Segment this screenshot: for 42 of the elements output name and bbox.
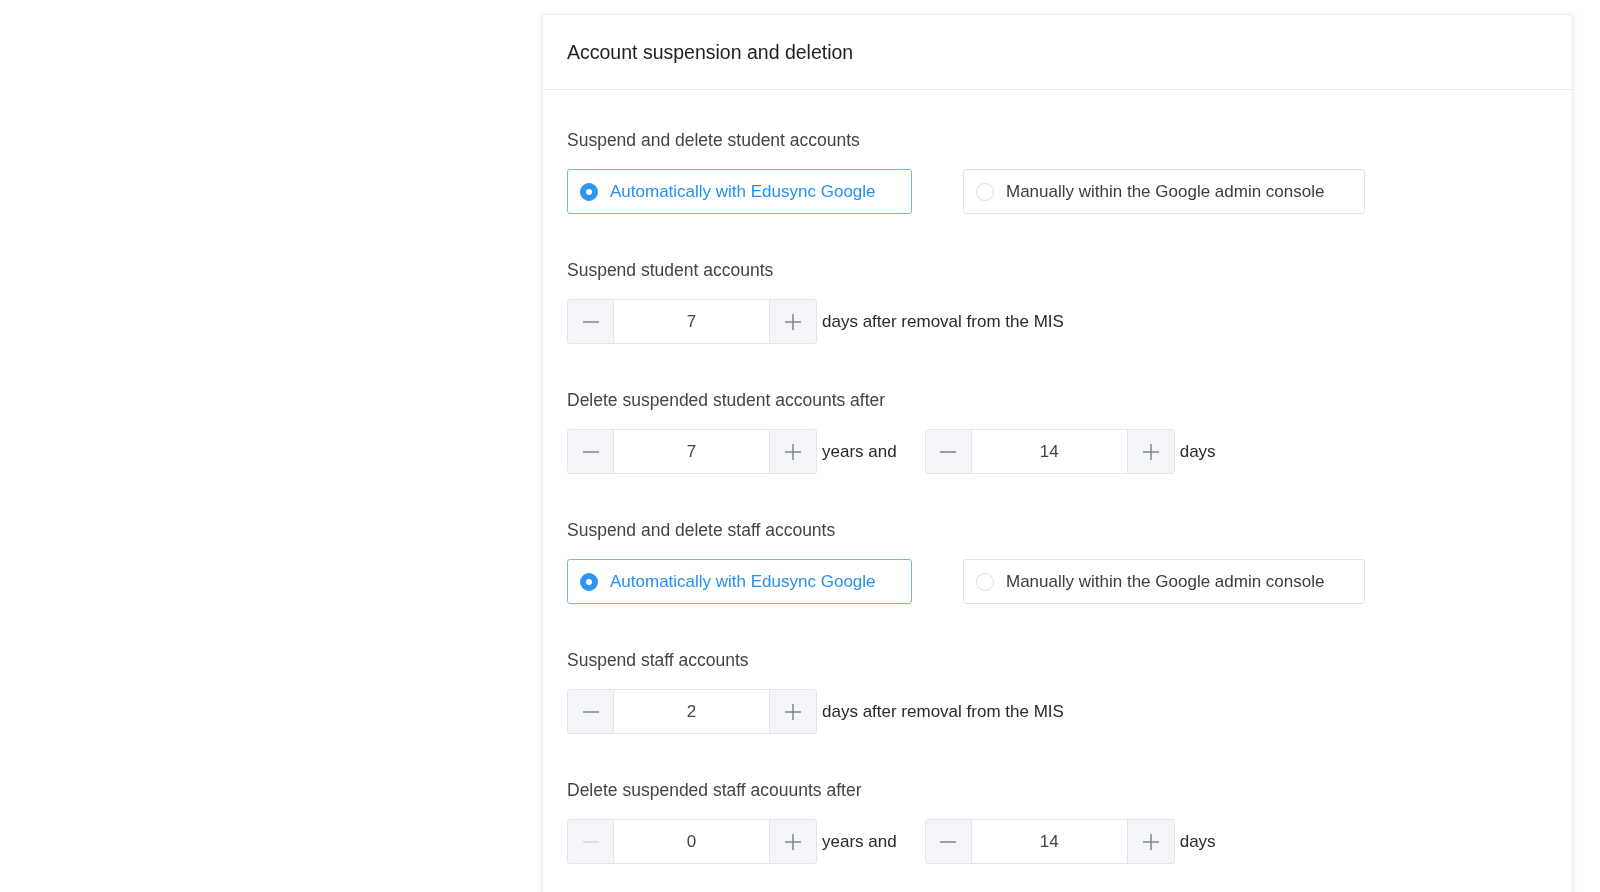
number-stepper[interactable]: 7 bbox=[567, 429, 817, 474]
radio-icon bbox=[580, 182, 598, 201]
number-stepper[interactable]: 2 bbox=[567, 689, 817, 734]
radio-option[interactable]: Manually within the Google admin console bbox=[963, 169, 1365, 214]
unit-label: days bbox=[1179, 441, 1216, 462]
increment-button[interactable] bbox=[769, 430, 816, 473]
plus-icon bbox=[785, 443, 801, 460]
unit-label: days bbox=[1179, 831, 1216, 852]
number-stepper[interactable]: 0 bbox=[567, 819, 817, 864]
increment-button[interactable] bbox=[1126, 430, 1174, 473]
minus-icon bbox=[940, 840, 957, 843]
increment-button[interactable] bbox=[769, 820, 816, 863]
increment-button[interactable] bbox=[769, 690, 816, 733]
radio-icon bbox=[580, 572, 598, 591]
increment-button[interactable] bbox=[1126, 820, 1174, 863]
plus-icon bbox=[1142, 443, 1159, 460]
number-stepper[interactable]: 7 bbox=[567, 299, 817, 344]
plus-icon bbox=[785, 833, 801, 850]
radio-icon bbox=[976, 572, 994, 591]
plus-icon bbox=[785, 313, 801, 330]
minus-icon bbox=[940, 450, 957, 453]
unit-label: years and bbox=[822, 441, 897, 462]
number-stepper[interactable]: 14 bbox=[924, 819, 1175, 864]
number-stepper[interactable]: 14 bbox=[924, 429, 1175, 474]
plus-icon bbox=[1142, 833, 1159, 850]
section-label: Suspend and delete student accounts bbox=[567, 130, 861, 150]
unit-label: days after removal from the MIS bbox=[822, 701, 1064, 722]
section-label: Suspend student accounts bbox=[567, 260, 775, 280]
section-label: Suspend and delete staff accounts bbox=[567, 520, 837, 540]
section-label: Delete suspended student accounts after bbox=[567, 390, 887, 410]
radio-icon bbox=[976, 182, 994, 201]
card-title: Account suspension and deletion bbox=[567, 40, 854, 64]
increment-button[interactable] bbox=[769, 300, 816, 343]
section-label: Suspend staff accounts bbox=[567, 650, 750, 670]
minus-icon bbox=[582, 450, 599, 453]
plus-icon bbox=[785, 703, 801, 720]
minus-icon bbox=[582, 710, 599, 713]
unit-label: years and bbox=[822, 831, 897, 852]
minus-icon bbox=[582, 320, 599, 323]
unit-label: days after removal from the MIS bbox=[822, 311, 1064, 332]
radio-option[interactable]: Manually within the Google admin console bbox=[963, 559, 1365, 604]
section-label: Delete suspended staff acouunts after bbox=[567, 780, 863, 800]
